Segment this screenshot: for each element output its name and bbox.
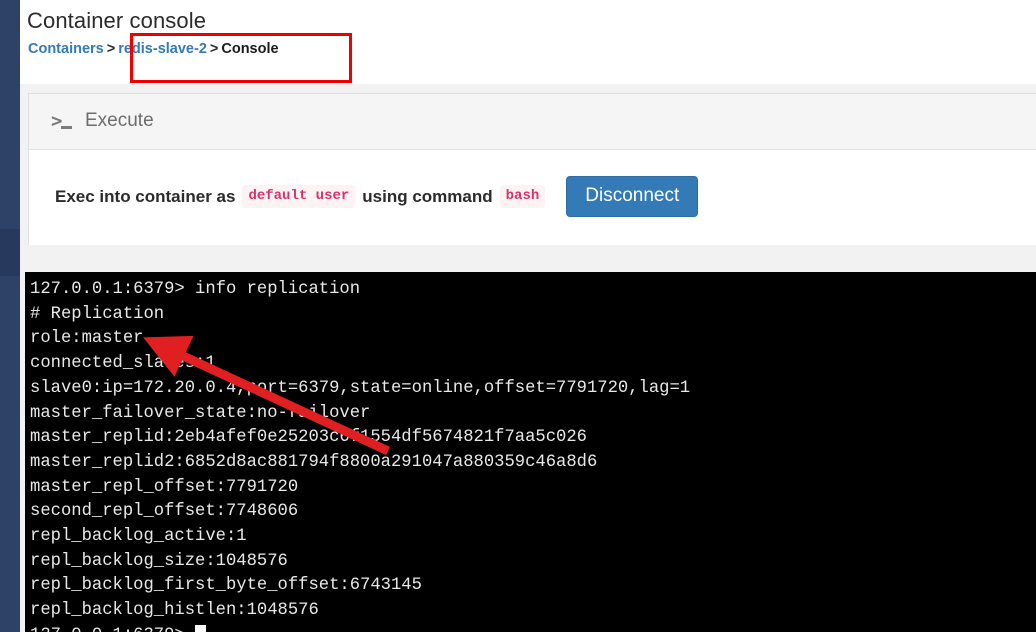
terminal-line: repl_backlog_histlen:1048576: [30, 601, 319, 621]
terminal-line: master_replid2:6852d8ac881794f8800a29104…: [30, 452, 598, 472]
disconnect-button[interactable]: Disconnect: [566, 176, 699, 217]
terminal-cursor: [194, 624, 206, 632]
breadcrumb-item-containers[interactable]: Containers: [28, 41, 104, 57]
exec-command-chip: bash: [499, 184, 546, 209]
breadcrumb-separator-1: >: [106, 41, 116, 57]
execute-panel-body: Exec into container as default user usin…: [29, 150, 1036, 245]
exec-text-middle: using command: [362, 186, 493, 206]
breadcrumb-item-console: Console: [221, 41, 279, 57]
terminal-line: master_repl_offset:7791720: [30, 477, 299, 497]
terminal-line: repl_backlog_size:1048576: [30, 551, 288, 571]
terminal-line: second_repl_offset:7748606: [30, 502, 299, 522]
terminal-line: slave0:ip=172.20.0.4,port=6379,state=onl…: [30, 378, 691, 398]
terminal-prompt-text: 127.0.0.1:6379>: [30, 626, 185, 632]
execute-panel-title: Execute: [85, 110, 154, 131]
page-title: Container console: [27, 8, 207, 33]
exec-text-prefix: Exec into container as: [55, 186, 236, 206]
terminal-prompt-line: 127.0.0.1:6379>: [30, 624, 1036, 632]
execute-panel: > Execute Exec into container as default…: [28, 93, 1036, 245]
terminal-line: # Replication: [30, 304, 165, 324]
exec-user-chip: default user: [242, 184, 356, 209]
breadcrumb-item-redis-slave-2[interactable]: redis-slave-2: [118, 41, 207, 57]
exec-into-container-row: Exec into container as default user usin…: [55, 176, 699, 217]
terminal-line: 127.0.0.1:6379> info replication: [30, 280, 361, 299]
terminal-line: repl_backlog_active:1: [30, 527, 247, 547]
terminal-line: connected_slaves:1: [30, 354, 216, 374]
terminal-line: role:master: [30, 329, 144, 349]
terminal-line: master_replid:2eb4afef0e25203c6f1554df56…: [30, 428, 587, 448]
left-nav-active-indicator: [0, 229, 20, 276]
terminal-prompt-underscore: [61, 126, 72, 129]
execute-panel-header: > Execute: [29, 94, 1036, 150]
breadcrumb: Containers > redis-slave-2 > Console: [28, 41, 279, 57]
terminal-line: master_failover_state:no-failover: [30, 403, 371, 423]
terminal-prompt-icon: >: [51, 112, 73, 131]
execute-panel-header-content: > Execute: [51, 110, 154, 132]
left-nav-strip[interactable]: [0, 0, 20, 632]
page-header: Container console Containers > redis-slave…: [20, 0, 1036, 84]
terminal-line: repl_backlog_first_byte_offset:6743145: [30, 576, 422, 596]
breadcrumb-separator-2: >: [209, 41, 219, 57]
container-console-page: Container console Containers > redis-slave…: [0, 0, 1036, 632]
terminal-output[interactable]: 127.0.0.1:6379> info replication # Repli…: [25, 272, 1036, 632]
